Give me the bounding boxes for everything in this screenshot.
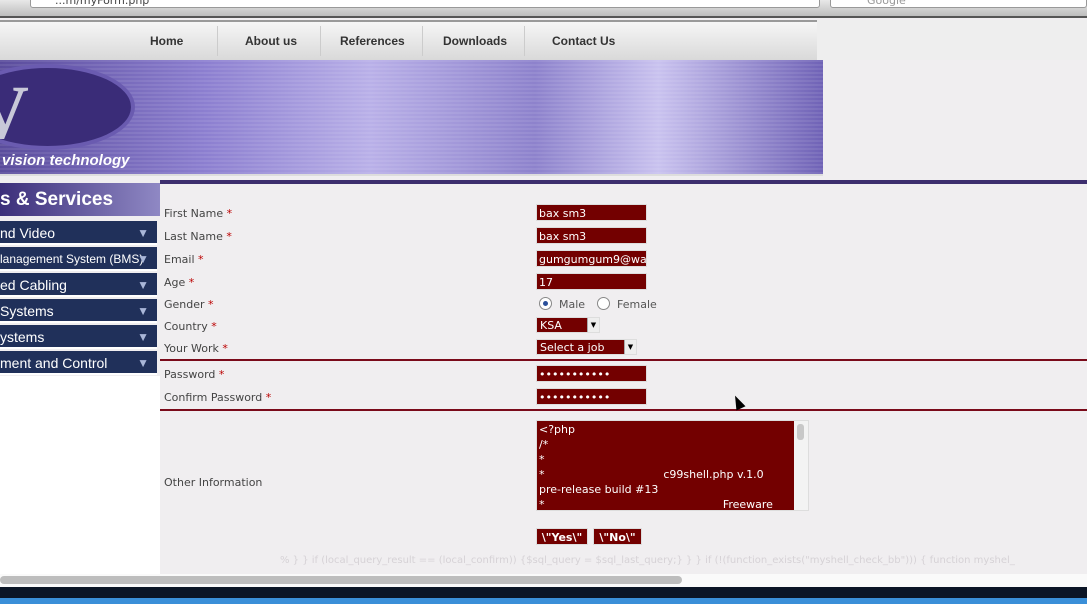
section-divider [160,359,1087,361]
dropdown-arrow-icon: ▼ [624,340,636,354]
scrollbar-thumb[interactable] [0,576,682,584]
nav-home[interactable]: Home [150,22,183,60]
nav-separator [524,26,525,56]
header-banner: V vision technology [0,60,823,176]
first-name-label: First Name * [164,207,233,220]
logo-letters: V [0,70,29,157]
sidebar-item-label: ment and Control [0,355,108,371]
last-name-input[interactable]: bax sm3 [536,227,647,244]
logo-tagline: vision technology [2,152,130,169]
nav-contact-us[interactable]: Contact Us [552,22,615,60]
horizontal-scrollbar[interactable] [0,574,1087,587]
other-information-textarea[interactable]: <?php /* * * c99shell.php v.1.0 pre-rele… [536,420,809,511]
content-divider [160,180,1087,184]
work-label: Your Work * [164,342,228,355]
no-button[interactable]: \"No\" [593,528,642,545]
chevron-down-icon: ▼ [137,278,149,292]
leaked-code-text: % } } if (local_query_result == (local_c… [280,555,1015,566]
gender-female-label: Female [617,298,657,311]
email-input[interactable]: gumgumgum9@walla.c [536,250,647,267]
mouse-cursor-icon [730,393,746,411]
sidebar-item-systems[interactable]: Systems ▼ [0,299,157,323]
nav-separator [320,26,321,56]
section-divider [160,409,1087,411]
taskbar [0,587,1087,604]
browser-search-box[interactable]: Google [830,0,1087,8]
sidebar-background [0,376,160,576]
last-name-label: Last Name * [164,230,232,243]
address-bar[interactable]: ...m/myForm.php [30,0,820,8]
sidebar-item-label: Systems [0,303,54,319]
nav-separator [422,26,423,56]
country-label: Country * [164,320,217,333]
nav-separator [217,26,218,56]
top-nav: Home About us References Downloads Conta… [0,20,817,60]
sidebar-item-label: lanagement System (BMS) [0,252,144,266]
sidebar-item-video[interactable]: nd Video ▼ [0,221,157,245]
taskbar-strip [0,598,1087,604]
nav-references[interactable]: References [340,22,405,60]
age-label: Age * [164,276,195,289]
first-name-input[interactable]: bax sm3 [536,204,647,221]
country-select[interactable]: KSA ▼ [536,317,600,333]
sidebar-item-management-control[interactable]: ment and Control ▼ [0,351,157,375]
dropdown-arrow-icon: ▼ [587,318,599,332]
browser-toolbar: ...m/myForm.php Google [0,0,1087,18]
chevron-down-icon: ▼ [137,226,149,240]
chevron-down-icon: ▼ [137,330,149,344]
password-label: Password * [164,368,225,381]
other-information-label: Other Information [164,476,263,489]
chevron-down-icon: ▼ [137,356,149,370]
nav-downloads[interactable]: Downloads [443,22,507,60]
sidebar-item-cabling[interactable]: ed Cabling ▼ [0,273,157,297]
sidebar-item-label: nd Video [0,225,56,241]
nav-about-us[interactable]: About us [245,22,297,60]
textarea-scrollbar[interactable] [794,421,808,510]
sidebar-item-bms[interactable]: lanagement System (BMS) ▼ [0,247,157,271]
yes-button[interactable]: \"Yes\" [536,528,588,545]
gender-male-label: Male [559,298,586,311]
age-input[interactable]: 17 [536,273,647,290]
chevron-down-icon: ▼ [137,252,149,266]
sidebar-item-label: ed Cabling [0,277,67,293]
textarea-content: <?php /* * * c99shell.php v.1.0 pre-rele… [539,423,773,511]
confirm-password-label: Confirm Password * [164,391,272,404]
work-select[interactable]: Select a job ▼ [536,339,637,355]
page-margin [817,20,1087,60]
password-input[interactable]: ••••••••••• [536,365,647,382]
email-label: Email * [164,253,204,266]
sidebar-item-label: ystems [0,329,45,345]
gender-label: Gender * [164,298,214,311]
gender-male-radio[interactable] [539,297,552,310]
gender-female-radio[interactable] [597,297,610,310]
scrollbar-thumb[interactable] [797,424,804,440]
sidebar-title: s & Services [0,183,160,216]
confirm-password-input[interactable]: ••••••••••• [536,388,647,405]
sidebar-item-systems-2[interactable]: ystems ▼ [0,325,157,349]
chevron-down-icon: ▼ [137,304,149,318]
